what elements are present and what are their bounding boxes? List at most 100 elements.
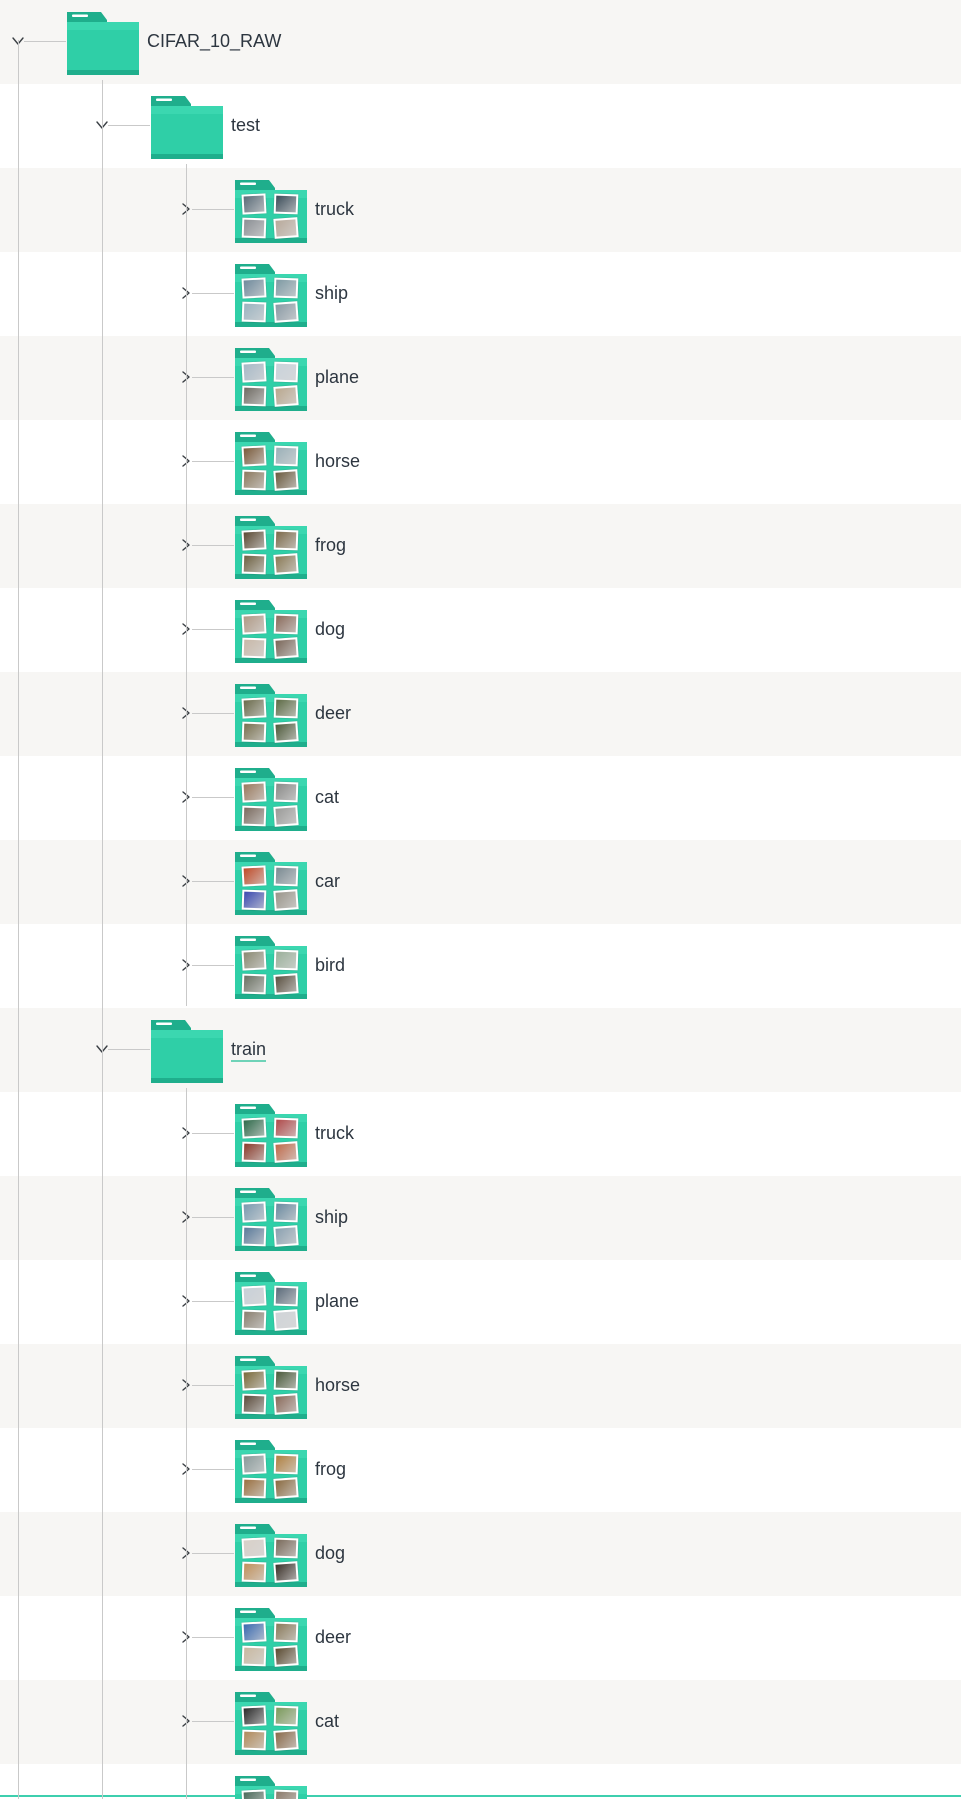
tree-folder-test[interactable]: test bbox=[0, 84, 961, 168]
image-folder-icon bbox=[234, 514, 308, 580]
tree-connector bbox=[192, 1469, 234, 1470]
image-thumbnail bbox=[241, 1225, 267, 1247]
tree-item-deer[interactable]: deer bbox=[0, 672, 961, 756]
tree-item-cat[interactable]: cat bbox=[0, 756, 961, 840]
tree-item-horse[interactable]: horse bbox=[0, 1344, 961, 1428]
thumbnail-grid bbox=[241, 1285, 302, 1332]
image-thumbnail bbox=[273, 949, 299, 971]
tree-guide-line bbox=[186, 164, 187, 1006]
tree-item-ship[interactable]: ship bbox=[0, 1176, 961, 1260]
tree-guide-line bbox=[186, 1088, 187, 1799]
image-thumbnail bbox=[273, 1117, 299, 1139]
tree-item-frog[interactable]: frog bbox=[0, 504, 961, 588]
tree-connector bbox=[192, 629, 234, 630]
folder-icon bbox=[66, 10, 140, 76]
tree-item-frog[interactable]: frog bbox=[0, 1428, 961, 1512]
image-folder-icon bbox=[234, 1522, 308, 1588]
tree-item-label: ship bbox=[315, 283, 349, 303]
tree-item-label: truck bbox=[315, 199, 355, 219]
thumbnail-grid bbox=[241, 1369, 302, 1416]
tree-item-plane[interactable]: plane bbox=[0, 336, 961, 420]
image-thumbnail bbox=[273, 1729, 299, 1751]
folder-icon bbox=[150, 94, 224, 160]
image-thumbnail bbox=[241, 1201, 267, 1223]
image-folder-icon bbox=[234, 1690, 308, 1756]
image-folder-icon bbox=[234, 1438, 308, 1504]
tree-connector bbox=[192, 1301, 234, 1302]
tree-item-folder[interactable] bbox=[0, 1764, 961, 1799]
tree-item-label: plane bbox=[315, 367, 360, 387]
image-thumbnail bbox=[273, 1225, 299, 1247]
thumbnail-grid bbox=[241, 781, 302, 828]
image-thumbnail bbox=[241, 277, 267, 299]
thumbnail-grid bbox=[241, 445, 302, 492]
image-thumbnail bbox=[273, 973, 299, 995]
image-thumbnail bbox=[273, 1141, 299, 1163]
tree-connector bbox=[192, 1385, 234, 1386]
tree-folder-train[interactable]: train bbox=[0, 1008, 961, 1092]
image-thumbnail bbox=[241, 1621, 267, 1643]
image-thumbnail bbox=[241, 613, 267, 635]
tree-item-label: train bbox=[231, 1038, 267, 1062]
tree-item-plane[interactable]: plane bbox=[0, 1260, 961, 1344]
tree-folder-CIFAR_10_RAW[interactable]: CIFAR_10_RAW bbox=[0, 0, 961, 84]
tree-item-label: test bbox=[231, 115, 261, 135]
tree-connector bbox=[192, 797, 234, 798]
tree-connector bbox=[192, 377, 234, 378]
tree-item-label: deer bbox=[315, 703, 352, 723]
folder-icon bbox=[150, 1018, 224, 1084]
tree-connector bbox=[192, 461, 234, 462]
image-thumbnail bbox=[241, 529, 267, 551]
tree-item-label: ship bbox=[315, 1207, 349, 1227]
image-thumbnail bbox=[273, 445, 299, 467]
tree-item-dog[interactable]: dog bbox=[0, 588, 961, 672]
tree-item-label: horse bbox=[315, 1375, 361, 1395]
tree-item-deer[interactable]: deer bbox=[0, 1596, 961, 1680]
tree-connector bbox=[192, 1553, 234, 1554]
image-thumbnail bbox=[241, 949, 267, 971]
image-folder-icon bbox=[234, 262, 308, 328]
image-thumbnail bbox=[273, 889, 299, 911]
image-thumbnail bbox=[273, 1477, 299, 1499]
thumbnail-grid bbox=[241, 613, 302, 660]
tree-connector bbox=[108, 1049, 150, 1050]
image-thumbnail bbox=[241, 889, 267, 911]
tree-item-truck[interactable]: truck bbox=[0, 1092, 961, 1176]
tree-item-label: car bbox=[315, 871, 341, 891]
tree-item-bird[interactable]: bird bbox=[0, 924, 961, 1008]
tree-item-car[interactable]: car bbox=[0, 840, 961, 924]
image-folder-icon bbox=[234, 850, 308, 916]
tree-item-dog[interactable]: dog bbox=[0, 1512, 961, 1596]
image-thumbnail bbox=[273, 1537, 299, 1559]
tree-item-cat[interactable]: cat bbox=[0, 1680, 961, 1764]
image-folder-icon bbox=[234, 1186, 308, 1252]
image-thumbnail bbox=[241, 217, 267, 239]
image-thumbnail bbox=[273, 301, 299, 323]
image-thumbnail bbox=[241, 1285, 267, 1307]
image-folder-icon bbox=[234, 178, 308, 244]
image-thumbnail bbox=[273, 361, 299, 383]
thumbnail-grid bbox=[241, 697, 302, 744]
thumbnail-grid bbox=[241, 865, 302, 912]
image-thumbnail bbox=[241, 721, 267, 743]
image-thumbnail bbox=[273, 1369, 299, 1391]
image-thumbnail bbox=[241, 1729, 267, 1751]
image-thumbnail bbox=[241, 1705, 267, 1727]
image-folder-icon bbox=[234, 346, 308, 412]
image-folder-icon bbox=[234, 1354, 308, 1420]
thumbnail-grid bbox=[241, 1201, 302, 1248]
image-thumbnail bbox=[241, 1789, 267, 1799]
file-tree: CIFAR_10_RAW test truck ship plane horse frog d… bbox=[0, 0, 961, 1799]
tree-connector bbox=[192, 545, 234, 546]
image-thumbnail bbox=[273, 721, 299, 743]
image-thumbnail bbox=[273, 613, 299, 635]
tree-item-truck[interactable]: truck bbox=[0, 168, 961, 252]
image-thumbnail bbox=[273, 865, 299, 887]
image-folder-icon bbox=[234, 1102, 308, 1168]
image-thumbnail bbox=[241, 1393, 267, 1415]
image-thumbnail bbox=[241, 193, 267, 215]
image-thumbnail bbox=[273, 1393, 299, 1415]
image-folder-icon bbox=[234, 1606, 308, 1672]
tree-item-horse[interactable]: horse bbox=[0, 420, 961, 504]
tree-item-ship[interactable]: ship bbox=[0, 252, 961, 336]
